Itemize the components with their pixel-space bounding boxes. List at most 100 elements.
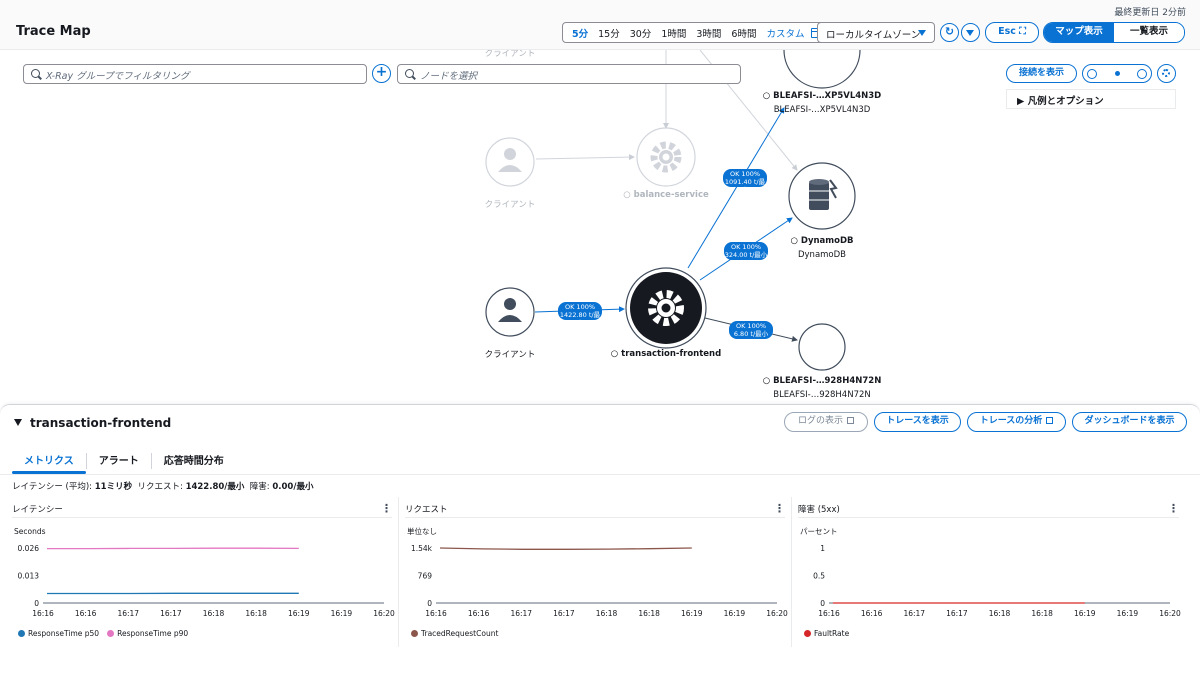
search-icon [405,69,414,78]
swatch-icon [411,630,418,637]
edge-badge-frontend-bleafsi1[interactable]: OK 100% 1091.40 t/最小 [723,169,767,194]
legend-item: ResponseTime p50 [18,629,99,638]
x-tick-label: 16:17 [903,609,925,618]
x-tick-label: 16:17 [946,609,968,618]
x-tick-label: 16:19 [331,609,353,618]
exit-fullscreen-button[interactable]: Esc ⛶ [985,22,1039,43]
node-client-dim[interactable] [485,137,535,187]
more-options-icon[interactable]: ⋮ [774,502,785,515]
node-bleafsi1-label: ○ BLEAFSI-…XP5VL4N3D [762,91,882,101]
x-tick-label: 16:18 [203,609,225,618]
group-filter-input[interactable]: X-Ray グループでフィルタリング [23,64,367,84]
external-link-icon [847,417,854,424]
list-view-button[interactable]: 一覧表示 [1114,23,1184,42]
node-client-top-label: クライアント [485,50,536,59]
timezone-select[interactable]: ローカルタイムゾーン [817,22,935,43]
range-1h[interactable]: 1時間 [656,26,691,40]
tab-alerts[interactable]: アラート [87,448,151,472]
y-axis-label: 単位なし [407,526,437,536]
x-tick-label: 16:18 [989,609,1011,618]
y-tick-label: 1.54k [411,544,433,553]
x-tick-label: 16:20 [1159,609,1181,618]
panel-tabs: メトリクス アラート 応答時間分布 [12,448,236,474]
view-logs-button[interactable]: ログの表示 [784,412,868,432]
node-select-input[interactable]: ノードを選択 [397,64,741,84]
more-options-icon[interactable]: ⋮ [1168,502,1179,515]
chart-legend: ResponseTime p50 ResponseTime p90 [18,629,188,638]
map-settings-button[interactable] [1157,64,1176,83]
zoom-in-icon[interactable] [1087,68,1097,79]
metrics-summary: レイテンシー (平均): 11ミリ秒 リクエスト: 1422.80/最小 障害:… [12,482,314,492]
caret-down-icon [918,30,926,36]
range-3h[interactable]: 3時間 [691,26,726,40]
tab-response-distribution[interactable]: 応答時間分布 [152,448,236,472]
x-tick-label: 16:19 [681,609,703,618]
caret-right-icon: ▶ [1017,96,1028,107]
view-dashboard-button[interactable]: ダッシュボードを表示 [1072,412,1187,432]
series-line [439,547,692,550]
y-axis-label: パーセント [800,527,838,536]
refresh-options-button[interactable] [961,23,980,42]
y-tick-label: 0.013 [18,572,40,581]
x-tick-label: 16:16 [425,609,447,618]
search-icon [31,69,40,78]
y-tick-label: 0.5 [813,572,825,581]
x-tick-label: 16:17 [160,609,182,618]
x-tick-label: 16:17 [117,609,139,618]
time-range-selector: 5分 15分 30分 1時間 3時間 6時間 カスタム [562,22,827,43]
chart-faults-plot: パーセント10.5016:16 16:16 16:17 16:17 16:18 16:18… [800,527,1181,618]
header: Trace Map 最終更新日 2分前 5分 15分 30分 1時間 3時間 6… [0,0,1200,50]
node-frontend-label: ○ transaction-frontend [610,349,722,359]
show-connections-button[interactable]: 接続を表示 [1006,64,1077,83]
zoom-out-icon[interactable] [1137,68,1147,79]
chart-faults: 障害 (5xx) ⋮ パーセント 1 0.5 0 16:16 16:16 16:17 16:1… [792,497,1185,647]
legend-options-toggle[interactable]: ▶ 凡例とオプション [1006,89,1176,109]
range-6h[interactable]: 6時間 [726,26,761,40]
edge-badge-frontend-dynamodb[interactable]: OK 100% 324.00 t/最小 [724,242,768,260]
refresh-button[interactable]: ↻ [940,23,959,42]
node-bleafsi2-label: ○ BLEAFSI-…928H4N72N [762,376,882,386]
x-tick-label: 16:18 [245,609,267,618]
x-tick-label: 16:19 [1117,609,1139,618]
node-dynamodb-sublabel: DynamoDB [797,250,847,260]
y-axis-label: Seconds [14,527,46,536]
y-tick-label: 0 [820,599,825,608]
view-traces-button[interactable]: トレースを表示 [874,412,961,432]
view-mode-toggle: マップ表示 一覧表示 [1043,22,1185,43]
edge-badge-frontend-bleafsi2[interactable]: OK 100% 6.80 t/最小 [729,321,773,339]
node-bleafsi2[interactable] [798,323,846,371]
chart-requests-plot: 単位なし1.54k769016:16 16:16 16:17 16:17 16:18 16… [407,526,788,618]
zoom-reset-icon[interactable] [1114,71,1120,76]
last-updated: 最終更新日 2分前 [1114,8,1186,18]
swatch-icon [107,630,115,637]
y-tick-label: 0 [34,599,39,608]
plus-icon: + [375,64,388,80]
x-tick-label: 16:19 [1074,609,1096,618]
x-tick-label: 16:18 [1031,609,1053,618]
range-5m[interactable]: 5分 [567,26,593,40]
node-bleafsi1[interactable] [783,11,861,89]
tab-metrics[interactable]: メトリクス [12,448,86,474]
node-client-label: クライアント [484,350,536,360]
map-view-button[interactable]: マップ表示 [1044,23,1114,42]
legend-item: TracedRequestCount [411,629,498,638]
x-tick-label: 16:18 [638,609,660,618]
chart-title: 障害 (5xx) [798,505,840,515]
external-link-icon [1046,417,1054,424]
panel-title[interactable]: transaction-frontend [14,416,171,430]
swatch-icon [804,630,811,637]
range-30m[interactable]: 30分 [625,26,657,40]
x-tick-label: 16:16 [861,609,883,618]
range-15m[interactable]: 15分 [593,26,625,40]
add-group-button[interactable]: + [372,64,391,83]
range-custom[interactable]: カスタム [761,26,809,40]
x-tick-label: 16:16 [468,609,490,618]
chart-latency: レイテンシー ⋮ Seconds 0.026 0.013 0 16:16 16:16 16:… [6,497,399,647]
chart-legend: TracedRequestCount [411,629,498,638]
node-details-panel: transaction-frontend ログの表示 トレースを表示 トレースの… [0,404,1200,675]
analyze-traces-button[interactable]: トレースの分析 [967,412,1066,432]
edge-badge-client-frontend[interactable]: OK 100% 1422.80 t/最小 [558,302,602,327]
refresh-icon: ↻ [944,25,955,38]
more-options-icon[interactable]: ⋮ [381,502,392,515]
node-client[interactable] [485,287,535,337]
